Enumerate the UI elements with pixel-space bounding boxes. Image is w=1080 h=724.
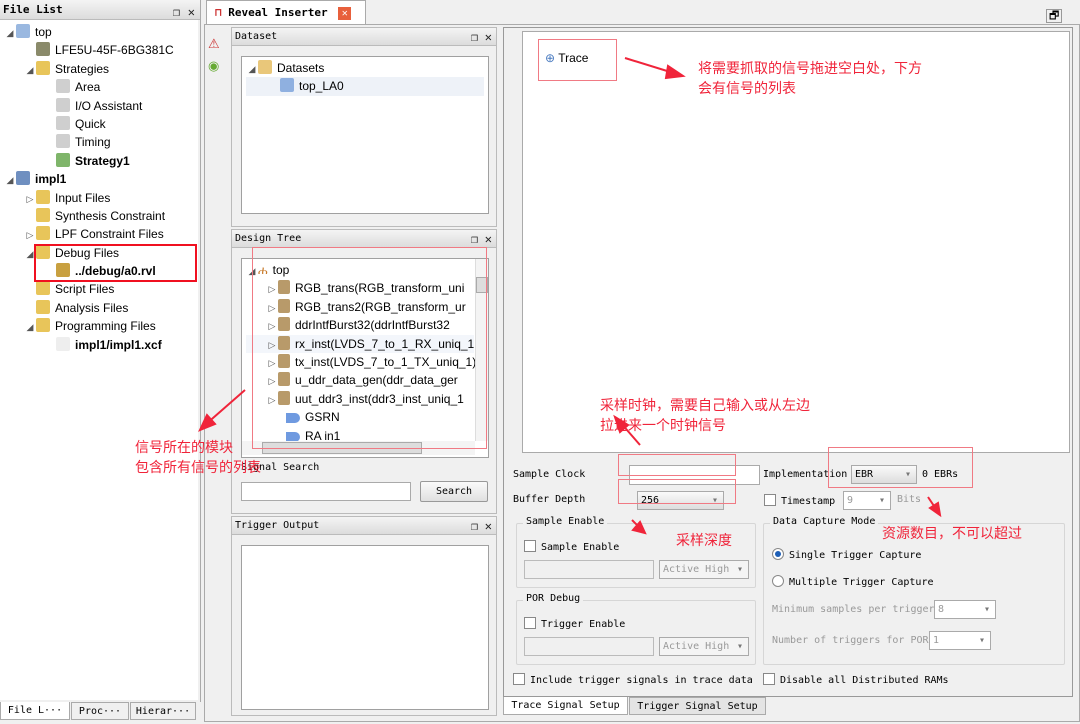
arrowhead: [928, 501, 942, 518]
arrowhead: [664, 64, 686, 80]
annotation-arrows: [198, 57, 942, 535]
